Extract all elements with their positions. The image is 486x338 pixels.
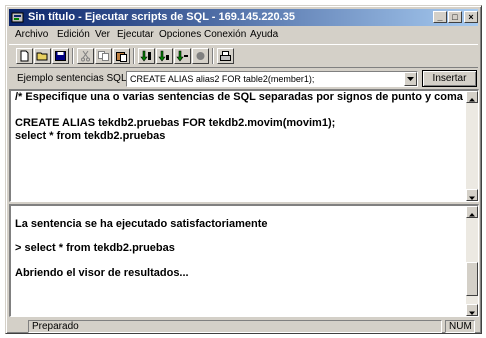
sql-script-window: Sin título - Ejecutar scripts de SQL - 1… bbox=[5, 5, 482, 334]
minimize-button[interactable]: _ bbox=[433, 11, 447, 23]
output-line: La sentencia se ha ejecutado satisfactor… bbox=[15, 218, 268, 230]
stop-icon[interactable] bbox=[192, 48, 209, 64]
scroll-up-icon[interactable] bbox=[466, 91, 478, 103]
editor-line: select * from tekdb2.pruebas bbox=[15, 130, 166, 142]
insert-button[interactable]: Insertar bbox=[422, 70, 477, 87]
new-file-icon[interactable] bbox=[16, 48, 33, 64]
output-scrollbar[interactable] bbox=[466, 206, 478, 316]
run-from-cursor-icon[interactable] bbox=[156, 48, 173, 64]
title-bar[interactable]: Sin título - Ejecutar scripts de SQL - 1… bbox=[9, 9, 478, 26]
output-line: Abriendo el visor de resultados... bbox=[15, 267, 189, 279]
editor-scrollbar[interactable] bbox=[466, 91, 478, 201]
menu-edicion[interactable]: Edición bbox=[57, 27, 90, 43]
examples-dropdown[interactable]: CREATE ALIAS alias2 FOR table2(member1); bbox=[126, 71, 418, 87]
num-lock-indicator: NUM bbox=[445, 320, 475, 333]
toolbar-separator bbox=[133, 48, 135, 64]
scroll-down-icon[interactable] bbox=[466, 304, 478, 316]
output-line: > select * from tekdb2.pruebas bbox=[15, 242, 175, 254]
copy-icon[interactable] bbox=[95, 48, 112, 64]
menu-ayuda[interactable]: Ayuda bbox=[250, 27, 278, 43]
save-disk-icon[interactable] bbox=[52, 48, 69, 64]
paste-icon[interactable] bbox=[113, 48, 130, 64]
toolbar bbox=[9, 44, 478, 68]
menu-bar: Archivo Edición Ver Ejecutar Opciones Co… bbox=[9, 27, 478, 43]
editor-line: CREATE ALIAS tekdb2.pruebas FOR tekdb2.m… bbox=[15, 117, 336, 129]
status-text: Preparado bbox=[28, 320, 442, 333]
scroll-down-icon[interactable] bbox=[466, 189, 478, 201]
menu-ejecutar[interactable]: Ejecutar bbox=[117, 27, 154, 43]
menu-archivo[interactable]: Archivo bbox=[15, 27, 48, 43]
scroll-thumb[interactable] bbox=[466, 262, 478, 296]
maximize-button[interactable]: □ bbox=[448, 11, 462, 23]
menu-opciones[interactable]: Opciones bbox=[159, 27, 201, 43]
run-selected-icon[interactable] bbox=[174, 48, 191, 64]
run-all-icon[interactable] bbox=[138, 48, 155, 64]
app-icon bbox=[11, 12, 24, 23]
window-title: Sin título - Ejecutar scripts de SQL - 1… bbox=[28, 11, 295, 23]
examples-row: Ejemplo sentencias SQL: CREATE ALIAS ali… bbox=[9, 69, 478, 89]
menu-ver[interactable]: Ver bbox=[95, 27, 110, 43]
cut-icon[interactable] bbox=[77, 48, 94, 64]
toolbar-separator bbox=[72, 48, 74, 64]
toolbar-separator bbox=[212, 48, 214, 64]
print-icon[interactable] bbox=[217, 48, 234, 64]
output-pane[interactable]: La sentencia se ha ejecutado satisfactor… bbox=[9, 204, 479, 317]
dropdown-arrow-icon[interactable] bbox=[404, 72, 417, 86]
close-button[interactable]: × bbox=[464, 11, 478, 23]
examples-label: Ejemplo sentencias SQL: bbox=[17, 73, 130, 84]
status-bar: Preparado NUM bbox=[9, 319, 478, 333]
editor-line: /* Especifique una o varias sentencias d… bbox=[15, 91, 474, 103]
examples-selected: CREATE ALIAS alias2 FOR table2(member1); bbox=[130, 74, 315, 84]
open-folder-icon[interactable] bbox=[34, 48, 51, 64]
menu-conexion[interactable]: Conexión bbox=[204, 27, 246, 43]
sql-editor[interactable]: /* Especifique una o varias sentencias d… bbox=[9, 89, 479, 202]
scroll-up-icon[interactable] bbox=[466, 206, 478, 218]
